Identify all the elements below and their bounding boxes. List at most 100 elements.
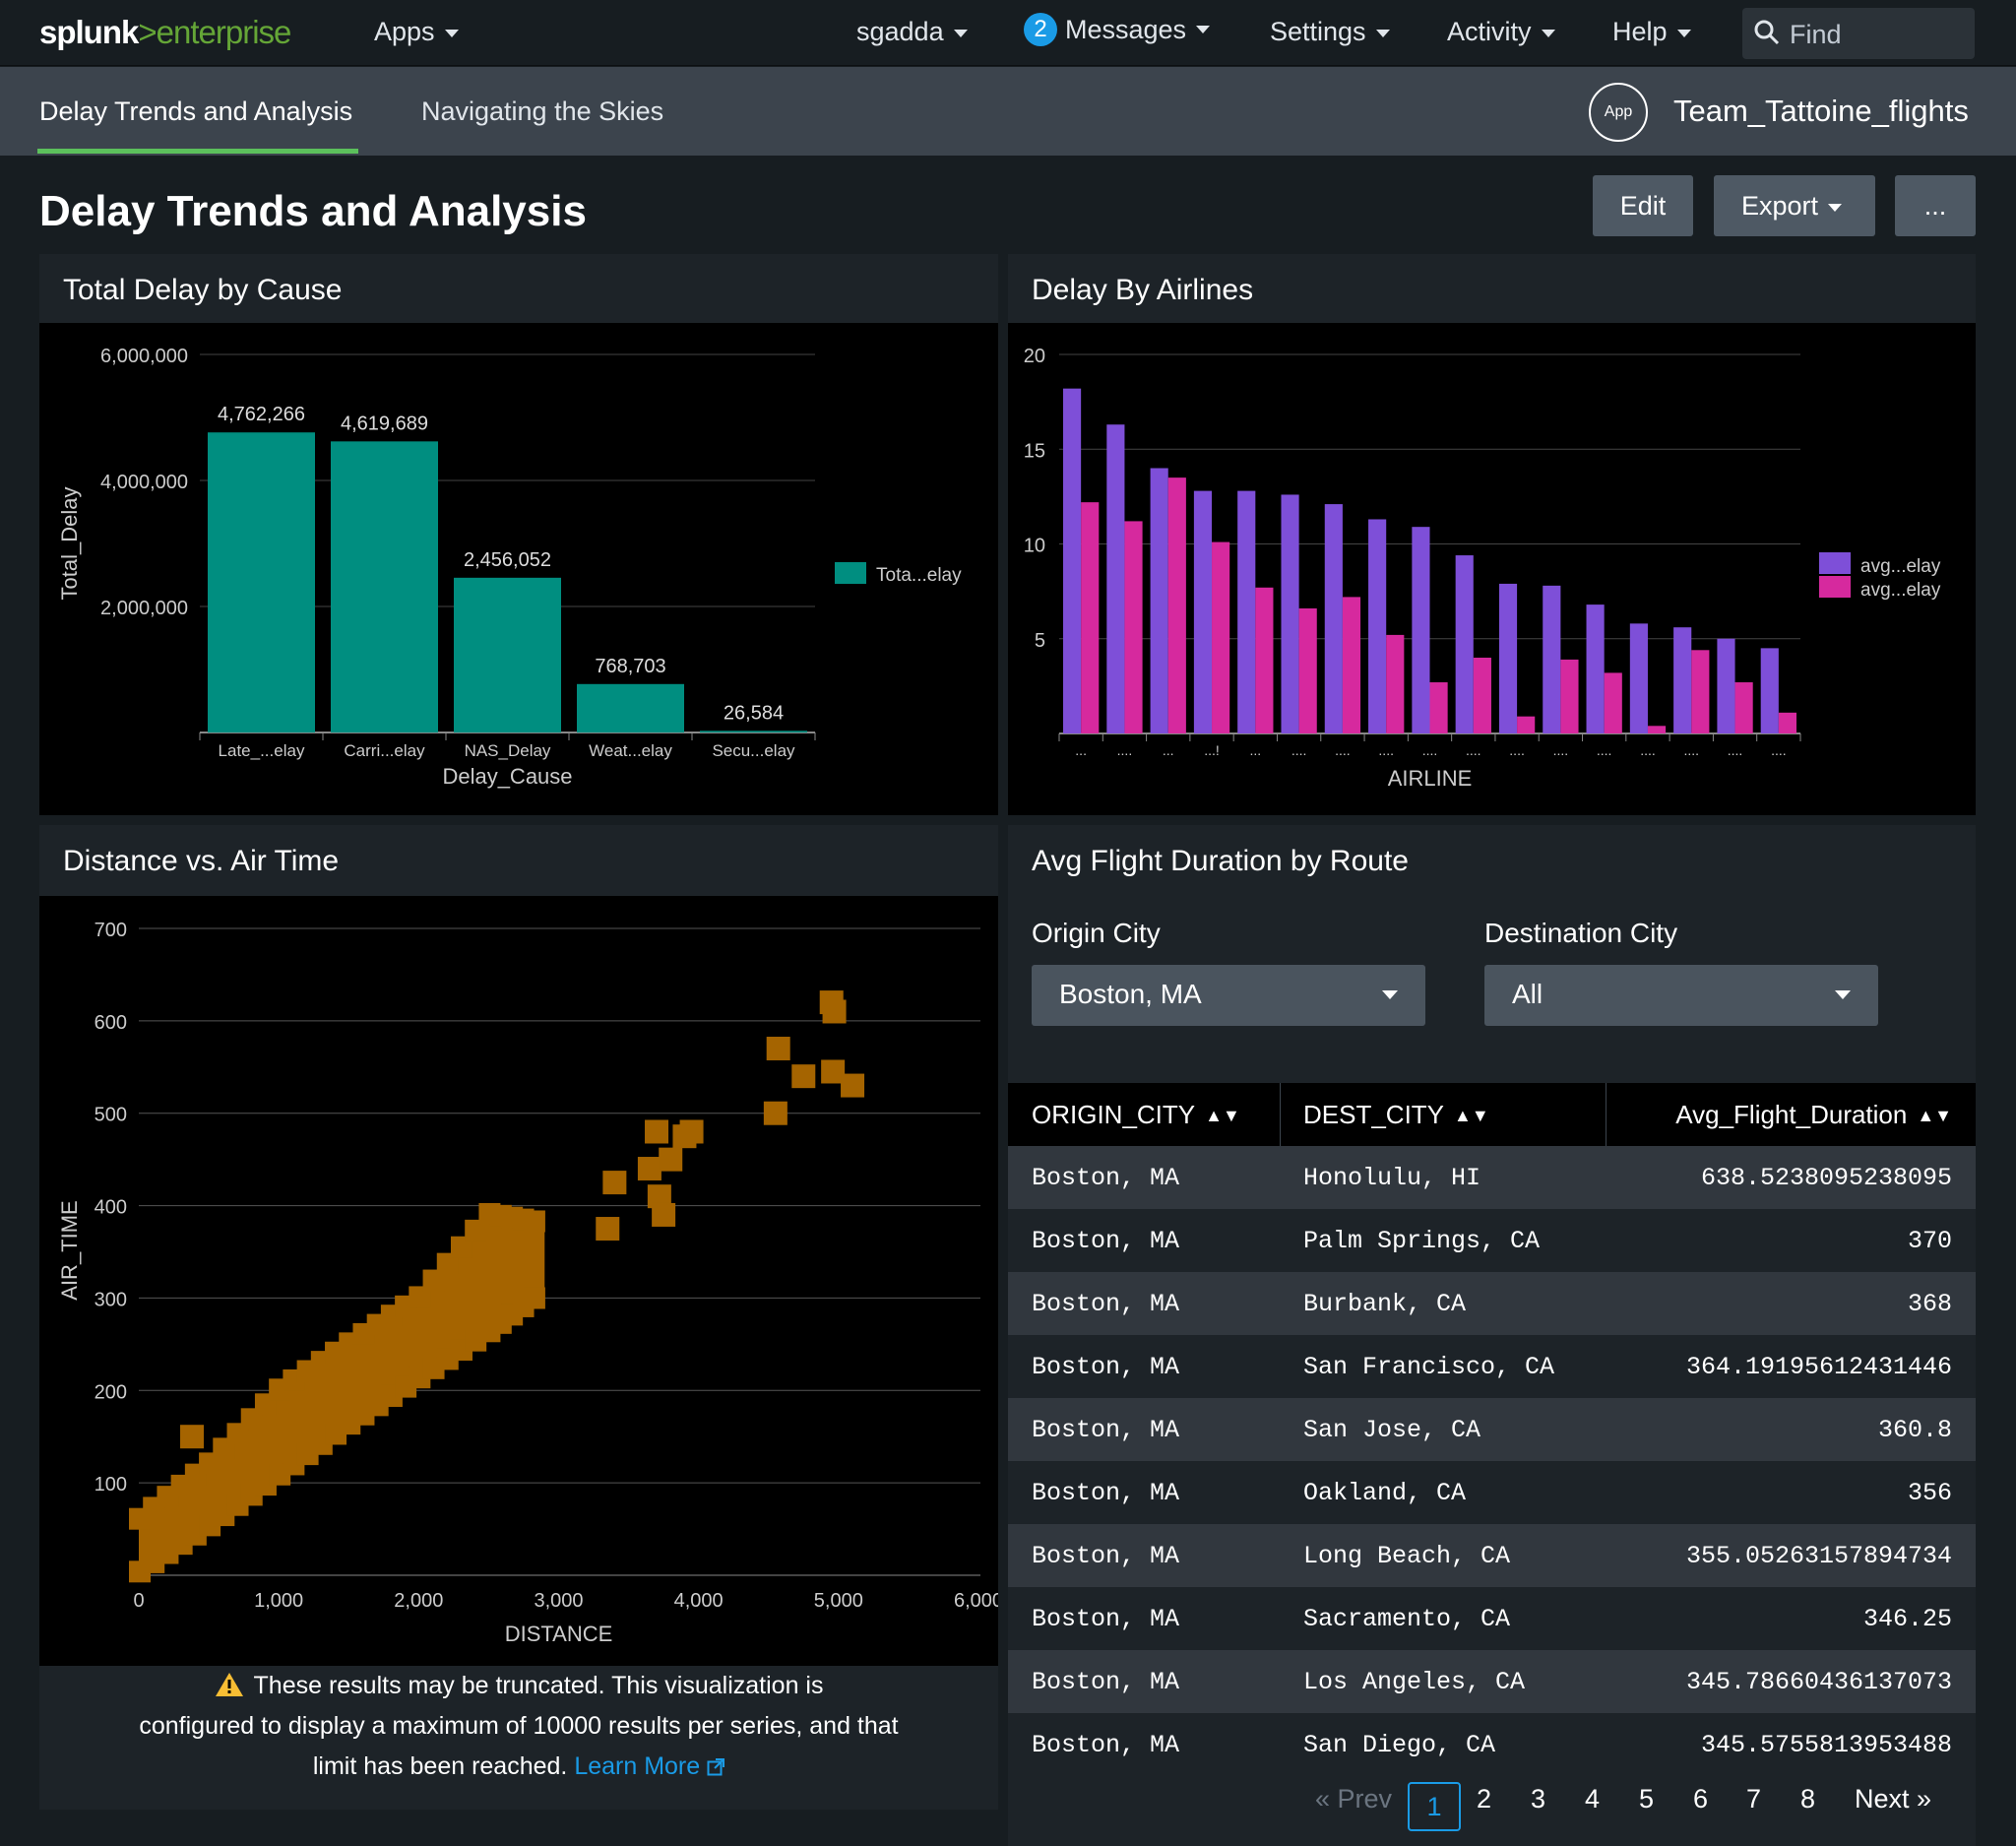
cell-duration: 370: [1907, 1227, 1952, 1255]
destination-city-label: Destination City: [1484, 918, 1678, 948]
x-tick-label: Secu...elay: [712, 741, 795, 760]
x-tick-label: 0: [133, 1590, 144, 1612]
settings-menu[interactable]: Settings: [1270, 17, 1390, 47]
delay-airlines-bar-chart[interactable]: 5 10 15 20.............!...................…: [1008, 323, 1976, 815]
legend-swatch: [1819, 552, 1851, 574]
x-tick-label: ....: [1335, 742, 1351, 758]
column-header-origin[interactable]: ORIGIN_CITY ▲▼: [1032, 1100, 1240, 1130]
chevron-down-icon: [1541, 29, 1555, 37]
bar-series-1: [1455, 555, 1474, 733]
app-icon: App: [1589, 83, 1648, 142]
page-4-button[interactable]: 4: [1585, 1784, 1600, 1814]
chart-distance-airtime: 100 200 300 400 500 600 700 0 1,000 2,000 3,000 4,0…: [39, 896, 1003, 1666]
external-link-icon: [707, 1758, 725, 1776]
global-nav-bar: splunk>enterprise Apps sgadda 2 Messages …: [0, 0, 2016, 66]
bar-series-1: [1717, 638, 1735, 733]
page-3-button[interactable]: 3: [1531, 1784, 1545, 1814]
chevron-down-icon: [444, 29, 459, 37]
column-header-dest[interactable]: DEST_CITY ▲▼: [1303, 1100, 1489, 1130]
activity-menu[interactable]: Activity: [1447, 17, 1555, 47]
more-actions-button[interactable]: ...: [1895, 175, 1976, 236]
scatter-point: [523, 1287, 545, 1309]
bar-series-1: [1586, 605, 1605, 733]
data-label: 4,762,266: [218, 404, 305, 425]
page-8-button[interactable]: 8: [1800, 1784, 1815, 1814]
table-row[interactable]: Boston, MA Burbank, CA 368: [1008, 1272, 1976, 1335]
y-tick-label: 15: [1024, 440, 1045, 462]
tab-delay-trends[interactable]: Delay Trends and Analysis: [39, 96, 352, 127]
table-row[interactable]: Boston, MA Oakland, CA 356: [1008, 1461, 1976, 1524]
x-tick-label: ....: [1117, 742, 1133, 758]
x-tick-label: ....: [1683, 742, 1699, 758]
bar-series-1: [1760, 648, 1779, 733]
x-tick-label: 4,000: [674, 1590, 724, 1612]
learn-more-link[interactable]: Learn More: [574, 1752, 725, 1780]
x-tick-label: 3,000: [534, 1590, 583, 1612]
find-search-input[interactable]: Find: [1742, 8, 1975, 59]
destination-city-dropdown[interactable]: All: [1484, 965, 1878, 1026]
help-menu[interactable]: Help: [1612, 17, 1691, 47]
panel-title: Distance vs. Air Time: [63, 845, 340, 877]
table-row[interactable]: Boston, MA San Jose, CA 360.8: [1008, 1398, 1976, 1461]
column-divider: [1280, 1083, 1281, 1146]
table-row[interactable]: Boston, MA San Francisco, CA 364.191956124…: [1008, 1335, 1976, 1398]
x-axis-title: Delay_Cause: [442, 764, 572, 789]
user-menu[interactable]: sgadda: [856, 17, 968, 47]
table-row[interactable]: Boston, MA Sacramento, CA 346.25: [1008, 1587, 1976, 1650]
table-row[interactable]: Boston, MA Los Angeles, CA 345.78660436137…: [1008, 1650, 1976, 1713]
table-row[interactable]: Boston, MA Honolulu, HI 638.5238095238095: [1008, 1146, 1976, 1209]
x-tick-label: ....: [1422, 742, 1438, 758]
table-row[interactable]: Boston, MA Long Beach, CA 355.052631578947…: [1008, 1524, 1976, 1587]
page-2-button[interactable]: 2: [1477, 1784, 1491, 1814]
bar-series-2: [1647, 726, 1667, 733]
x-axis-title: DISTANCE: [505, 1622, 613, 1646]
bar-series-2: [1691, 650, 1710, 733]
total-delay-bar-chart[interactable]: 2,000,000 4,000,000 6,000,000 4,762,266 Late…: [39, 323, 998, 815]
bar: [208, 432, 315, 732]
y-tick-label: 2,000,000: [100, 598, 188, 619]
y-axis-title: AIR_TIME: [57, 1200, 82, 1300]
edit-button[interactable]: Edit: [1593, 175, 1693, 236]
cell-duration: 346.25: [1862, 1605, 1952, 1633]
splunk-logo[interactable]: splunk>enterprise: [39, 14, 291, 51]
bar-series-1: [1498, 583, 1518, 733]
tab-navigating-skies[interactable]: Navigating the Skies: [421, 96, 663, 127]
table-row[interactable]: Boston, MA San Diego, CA 345.5755813953488: [1008, 1713, 1976, 1776]
bar-series-1: [1324, 504, 1343, 733]
next-page-link[interactable]: Next »: [1855, 1784, 1931, 1814]
distance-airtime-scatter[interactable]: 100 200 300 400 500 600 700 0 1,000 2,000 3,000 4,0…: [39, 896, 1003, 1666]
messages-menu[interactable]: 2 Messages: [1024, 13, 1211, 46]
page-6-button[interactable]: 6: [1693, 1784, 1708, 1814]
warning-line-2: configured to display a maximum of 10000…: [139, 1712, 899, 1740]
cell-dest: Honolulu, HI: [1303, 1164, 1481, 1192]
x-tick-label: NAS_Delay: [465, 741, 551, 760]
table-row[interactable]: Boston, MA Palm Springs, CA 370: [1008, 1209, 1976, 1272]
page-1-button[interactable]: 1: [1408, 1782, 1461, 1831]
bar: [454, 577, 561, 732]
export-button[interactable]: Export: [1714, 175, 1875, 236]
apps-menu[interactable]: Apps: [374, 17, 459, 47]
truncation-warning: These results may be truncated. This vis…: [39, 1666, 998, 1804]
app-name[interactable]: Team_Tattoine_flights: [1673, 94, 1969, 129]
x-tick-label: 6,000: [954, 1590, 998, 1612]
bar-series-2: [1778, 712, 1796, 733]
cell-dest: Los Angeles, CA: [1303, 1668, 1526, 1696]
cell-origin: Boston, MA: [1032, 1290, 1180, 1318]
bar-series-1: [1193, 490, 1213, 733]
data-label: 768,703: [595, 656, 665, 677]
prev-page-link[interactable]: « Prev: [1315, 1784, 1392, 1814]
cell-dest: Burbank, CA: [1303, 1290, 1467, 1318]
page-5-button[interactable]: 5: [1639, 1784, 1654, 1814]
warning-icon: [215, 1673, 243, 1696]
sort-icon: ▲▼: [1205, 1106, 1240, 1125]
cell-origin: Boston, MA: [1032, 1542, 1180, 1570]
panel-delay-airlines: Delay By Airlines 5 10 15 20.............!.…: [1008, 254, 1976, 815]
x-tick-label: ....: [1378, 742, 1394, 758]
cell-origin: Boston, MA: [1032, 1164, 1180, 1192]
page-7-button[interactable]: 7: [1746, 1784, 1761, 1814]
column-header-duration[interactable]: Avg_Flight_Duration ▲▼: [1675, 1100, 1952, 1130]
chevron-down-icon: [1828, 203, 1843, 212]
bar-series-1: [1106, 424, 1125, 733]
bar-series-2: [1604, 672, 1622, 733]
origin-city-dropdown[interactable]: Boston, MA: [1032, 965, 1425, 1026]
